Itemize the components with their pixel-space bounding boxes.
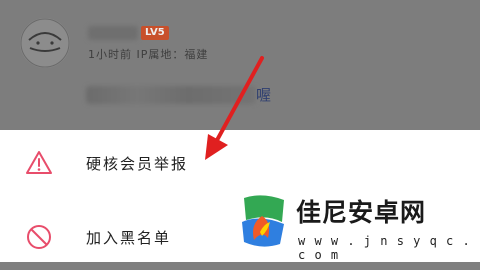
post-content-tail: 喔	[256, 86, 272, 104]
watermark-url: w w w . j n s y q c . c o m	[298, 234, 471, 262]
post-content-obscured	[86, 86, 256, 104]
blacklist-label: 加入黑名单	[86, 228, 172, 247]
block-circle-icon	[27, 225, 51, 249]
avatar-face-icon	[20, 18, 70, 68]
watermark-title: 佳尼安卓网	[296, 198, 427, 227]
report-menu-item[interactable]: 硬核会员举报	[0, 130, 480, 196]
warning-triangle-icon	[26, 151, 52, 174]
username-obscured	[88, 26, 138, 40]
watermark-logo-icon	[238, 194, 288, 250]
background-feed: LV5 1小时前 IP属地：福建 喔	[0, 0, 480, 130]
report-label: 硬核会员举报	[86, 154, 189, 173]
avatar[interactable]	[20, 18, 70, 68]
site-watermark: 佳尼安卓网 w w w . j n s y q c . c o m	[224, 188, 480, 262]
level-badge: LV5	[141, 26, 169, 40]
post-meta: 1小时前 IP属地：福建	[88, 48, 209, 61]
